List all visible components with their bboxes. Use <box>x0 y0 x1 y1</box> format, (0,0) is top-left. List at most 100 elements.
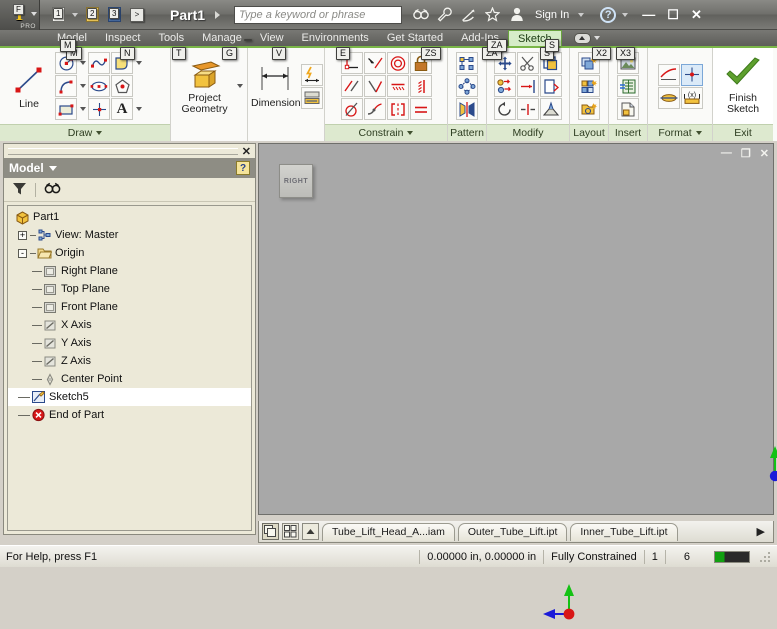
graphics-window[interactable]: — ❐ ✕ RIGHT <box>258 143 777 620</box>
tree-node-sketch5[interactable]: Sketch5 <box>8 388 251 406</box>
search-icon[interactable] <box>44 181 61 198</box>
point-tool-button[interactable] <box>88 98 110 120</box>
parallel-constraint-button[interactable] <box>340 75 363 97</box>
tree-node-center-point[interactable]: Center Point <box>8 370 251 388</box>
arc-tool-chevron-down-icon[interactable] <box>78 75 87 97</box>
tree-node-x-axis[interactable]: X Axis <box>8 316 251 334</box>
mdi-restore-button[interactable]: ❐ <box>741 147 751 160</box>
centerline-button[interactable] <box>657 86 680 109</box>
tree-node-part1[interactable]: Part1 <box>8 208 251 226</box>
panel-label-modify[interactable]: Modify <box>487 124 569 141</box>
tab-tools[interactable]: Tools <box>149 30 193 46</box>
tab-manage[interactable]: Manage <box>193 30 251 46</box>
panel-label-insert[interactable]: Insert <box>609 124 647 141</box>
insert-points-button[interactable] <box>617 98 639 120</box>
vertical-constraint-button[interactable] <box>409 75 432 97</box>
panel-label-layout[interactable]: Layout <box>570 124 608 141</box>
tab-get-started[interactable]: Get Started <box>378 30 452 46</box>
line-tool-button[interactable]: Line <box>3 50 55 122</box>
scale-button[interactable] <box>540 98 562 120</box>
doc-tabs-next-icon[interactable]: ▶ <box>757 525 765 538</box>
insert-block-button[interactable] <box>578 75 600 97</box>
scroll-up-icon[interactable] <box>302 523 319 540</box>
panel-label-format[interactable]: Format <box>648 124 712 141</box>
doc-tab-outer-tube-lift[interactable]: Outer_Tube_Lift.ipt <box>457 522 568 541</box>
help-chevron-down-icon[interactable] <box>622 12 629 17</box>
panel-label-draw[interactable]: Draw <box>0 124 170 141</box>
mirror-button[interactable] <box>456 98 478 120</box>
maximize-button[interactable]: ☐ <box>667 7 679 23</box>
title-chevron-right-icon[interactable] <box>215 10 221 19</box>
fillet-tool-chevron-down-icon[interactable] <box>134 52 143 74</box>
driven-dimension-button[interactable]: (x) <box>680 86 703 109</box>
tab-inspect[interactable]: Inspect <box>96 30 149 46</box>
tab-view[interactable]: View <box>251 30 293 46</box>
text-tool-chevron-down-icon[interactable] <box>134 98 143 120</box>
ellipse-tool-button[interactable] <box>88 75 110 97</box>
project-geometry-button[interactable]: Project Geometry <box>174 50 235 122</box>
mdi-minimize-button[interactable]: — <box>721 147 732 160</box>
symmetric-constraint-button[interactable] <box>386 98 409 120</box>
split-button[interactable] <box>517 98 539 120</box>
arc-tool-button[interactable] <box>55 75 77 97</box>
project-geometry-chevron-down-icon[interactable] <box>235 75 244 97</box>
qat-overflow-button[interactable]: > <box>130 7 144 22</box>
tangent-constraint-button[interactable] <box>340 98 363 120</box>
equal-constraint-button[interactable] <box>409 98 432 120</box>
doc-tab-tube-lift-head[interactable]: Tube_Lift_Head_A...iam <box>322 522 455 541</box>
rotate-button[interactable] <box>494 98 516 120</box>
stretch-button[interactable] <box>540 75 562 97</box>
panel-label-exit[interactable]: Exit <box>713 124 773 141</box>
help-icon[interactable]: ? <box>600 6 617 23</box>
filter-icon[interactable] <box>12 181 27 199</box>
rectangular-pattern-button[interactable] <box>456 52 478 74</box>
tree-node-top-plane[interactable]: Top Plane <box>8 280 251 298</box>
sign-in-button[interactable]: Sign In <box>535 9 569 21</box>
panel-label-pattern[interactable]: Pattern <box>448 124 486 141</box>
tree-node-right-plane[interactable]: Right Plane <box>8 262 251 280</box>
dimension-tool-button[interactable]: Dimension <box>251 50 301 122</box>
extend-button[interactable] <box>517 75 539 97</box>
save-document-button[interactable]: 3 <box>104 5 124 25</box>
trim-button[interactable] <box>517 52 539 74</box>
construction-line-button[interactable] <box>657 63 680 86</box>
circular-pattern-button[interactable] <box>456 75 478 97</box>
view-cube[interactable]: RIGHT <box>279 164 313 198</box>
concentric-constraint-button[interactable] <box>386 52 409 74</box>
tree-node-view-master[interactable]: + View: Master <box>8 226 251 244</box>
mdi-close-button[interactable]: ✕ <box>760 147 769 160</box>
resize-grip[interactable] <box>760 549 774 564</box>
text-tool-button[interactable]: A <box>111 98 133 120</box>
application-menu-button[interactable]: I F PRO <box>0 0 40 30</box>
user-account-icon[interactable] <box>508 6 525 23</box>
dimension-display-button[interactable] <box>300 86 323 109</box>
panel-label-constrain[interactable]: Constrain <box>325 124 447 141</box>
rectangle-tool-chevron-down-icon[interactable] <box>78 98 87 120</box>
perpendicular-constraint-button[interactable] <box>363 75 386 97</box>
tree-node-y-axis[interactable]: Y Axis <box>8 334 251 352</box>
tree-node-z-axis[interactable]: Z Axis <box>8 352 251 370</box>
tree-node-end-of-part[interactable]: End of Part <box>8 406 251 424</box>
copy-button[interactable] <box>494 75 516 97</box>
favorites-star-icon[interactable] <box>484 6 501 23</box>
collinear-constraint-button[interactable] <box>363 52 386 74</box>
polygon-tool-button[interactable] <box>111 75 133 97</box>
rectangle-tool-button[interactable] <box>55 98 77 120</box>
search-help-icon[interactable] <box>412 6 429 23</box>
model-tree[interactable]: Part1 + View: Master - Origin Right Plan… <box>7 205 252 531</box>
browser-chevron-down-icon[interactable] <box>48 165 57 171</box>
insert-ole-object-button[interactable] <box>617 75 639 97</box>
browser-drag-handle[interactable]: ✕ <box>4 144 255 158</box>
browser-help-icon[interactable]: ? <box>236 161 250 175</box>
auto-dimension-button[interactable] <box>300 63 323 86</box>
tree-expander-origin[interactable]: - <box>18 248 27 258</box>
finish-sketch-button[interactable]: Finish Sketch <box>717 50 769 122</box>
doc-tab-inner-tube-lift[interactable]: Inner_Tube_Lift.ipt <box>570 522 678 541</box>
wrench-icon[interactable] <box>436 6 453 23</box>
search-input[interactable]: Type a keyword or phrase <box>234 5 403 24</box>
smooth-constraint-button[interactable] <box>363 98 386 120</box>
horizontal-constraint-button[interactable] <box>386 75 409 97</box>
tab-environments[interactable]: Environments <box>293 30 378 46</box>
new-document-button[interactable]: 1 <box>48 5 68 25</box>
tile-windows-icon[interactable] <box>282 523 299 540</box>
